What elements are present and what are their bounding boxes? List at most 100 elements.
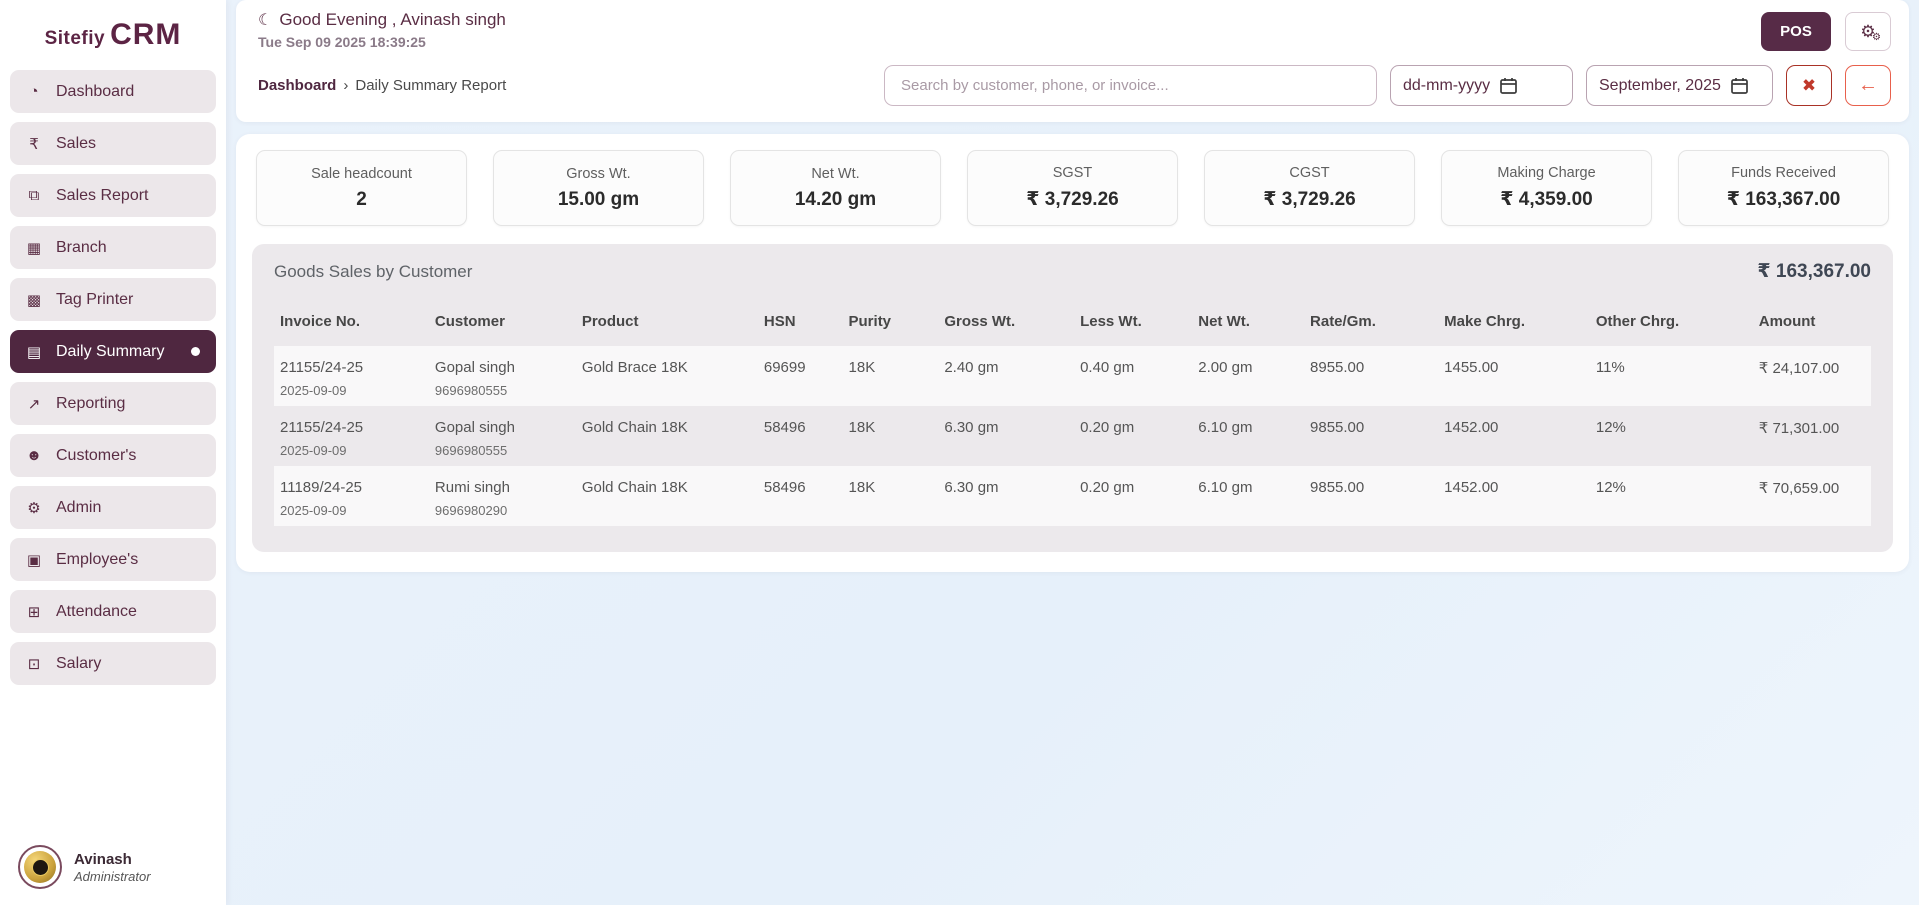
sidebar-item-label: Tag Printer [56,291,133,309]
customer-name: Gopal singh [435,359,515,376]
make-chrg: 1452.00 [1438,406,1590,466]
sidebar-item-label: Sales [56,135,96,153]
invoice-date: 2025-09-09 [280,503,423,518]
gear-icon: ⚙ [25,499,43,517]
summary-cards: Sale headcount 2 Gross Wt. 15.00 gm Net … [252,150,1893,226]
col-invoice-no: Invoice No. [274,303,429,346]
product: Gold Chain 18K [576,466,758,526]
sidebar-item-reporting[interactable]: ↗ Reporting [10,382,216,425]
invoice-no: 21155/24-25 [280,419,363,436]
settings-button[interactable]: ⚙ ⚙ [1845,12,1891,51]
purity: 18K [843,466,939,526]
net-wt: 2.00 gm [1192,346,1304,406]
invoice-date: 2025-09-09 [280,443,423,458]
month-picker[interactable]: September, 2025 [1586,65,1773,106]
gross-wt: 6.30 gm [938,406,1074,466]
brand-prefix: Sitefiy [45,28,106,49]
invoice-no: 11189/24-25 [280,479,362,496]
customer-phone: 9696980290 [435,503,570,518]
chart-line-icon: ↗ [25,395,43,413]
table-title: Goods Sales by Customer [274,262,472,282]
pos-button[interactable]: POS [1761,12,1831,51]
hsn: 69699 [758,346,843,406]
card-label: Net Wt. [811,166,859,182]
breadcrumb: Dashboard › Daily Summary Report [258,77,506,94]
rate-gm: 9855.00 [1304,406,1438,466]
sidebar: SitefiyCRM ◔ Dashboard ₹ Sales ⧉ Sales R… [0,0,226,905]
sidebar-item-label: Salary [56,655,101,673]
app-logo: SitefiyCRM [0,0,226,66]
search-input[interactable] [884,65,1377,106]
goods-sales-card: Goods Sales by Customer ₹ 163,367.00 Inv… [252,244,1893,552]
card-value: ₹ 3,729.26 [1026,188,1118,211]
sidebar-item-label: Reporting [56,395,125,413]
clear-filters-button[interactable]: ✖ [1786,65,1832,106]
card-label: Making Charge [1497,165,1595,181]
card-value: 15.00 gm [558,189,639,211]
sidebar-item-employees[interactable]: ▣ Employee's [10,538,216,581]
net-wt: 6.10 gm [1192,466,1304,526]
sidebar-item-attendance[interactable]: ⊞ Attendance [10,590,216,633]
other-chrg: 12% [1590,406,1753,466]
card-label: Funds Received [1731,165,1836,181]
brand-name: CRM [110,18,181,51]
user-role: Administrator [74,869,151,884]
table-row: 21155/24-25 2025-09-09 Gopal singh 9696980… [274,346,1871,406]
sidebar-item-dashboard[interactable]: ◔ Dashboard [10,70,216,113]
col-make-chrg: Make Chrg. [1438,303,1590,346]
net-wt: 6.10 gm [1192,406,1304,466]
sidebar-item-sales-report[interactable]: ⧉ Sales Report [10,174,216,217]
breadcrumb-separator: › [343,77,348,94]
gear-small-icon: ⚙ [1872,32,1881,43]
sidebar-item-branch[interactable]: ▦ Branch [10,226,216,269]
back-button[interactable]: ← [1845,65,1891,106]
rupee-icon: ₹ [25,135,43,153]
sidebar-item-admin[interactable]: ⚙ Admin [10,486,216,529]
sidebar-item-tag-printer[interactable]: ▩ Tag Printer [10,278,216,321]
date-picker[interactable]: dd-mm-yyyy [1390,65,1573,106]
hsn: 58496 [758,466,843,526]
card-net-wt: Net Wt. 14.20 gm [730,150,941,226]
invoice-no: 21155/24-25 [280,359,363,376]
card-value: ₹ 3,729.26 [1263,188,1355,211]
card-value: 14.20 gm [795,189,876,211]
copy-pages-icon: ⧉ [25,187,43,204]
main-content: ☾ Good Evening , Avinash singh Tue Sep 0… [226,0,1919,905]
active-indicator-dot [191,347,200,356]
invoice-date: 2025-09-09 [280,383,423,398]
sidebar-item-daily-summary[interactable]: ▤ Daily Summary [10,330,216,373]
user-profile[interactable]: Avinash Administrator [18,845,151,889]
month-value: September, 2025 [1599,77,1721,95]
sidebar-item-label: Attendance [56,603,137,621]
sidebar-item-customers[interactable]: ☻ Customer's [10,434,216,477]
table-total: ₹ 163,367.00 [1757,260,1871,283]
card-gross-wt: Gross Wt. 15.00 gm [493,150,704,226]
less-wt: 0.40 gm [1074,346,1192,406]
sidebar-item-label: Customer's [56,447,136,465]
product: Gold Chain 18K [576,406,758,466]
less-wt: 0.20 gm [1074,466,1192,526]
banknote-icon: ⊡ [25,655,43,673]
amount: ₹ 70,659.00 [1753,466,1871,526]
table-row: 11189/24-252025-09-09 Rumi singh96969802… [274,466,1871,526]
sidebar-item-label: Employee's [56,551,138,569]
sidebar-item-sales[interactable]: ₹ Sales [10,122,216,165]
make-chrg: 1455.00 [1438,346,1590,406]
col-rate-gm: Rate/Gm. [1304,303,1438,346]
date-value: dd-mm-yyyy [1403,77,1490,95]
users-icon: ☻ [25,447,43,464]
dashboard-icon: ◔ [25,83,43,100]
customer-name: Gopal singh [435,419,515,436]
breadcrumb-root[interactable]: Dashboard [258,77,336,94]
building-icon: ▦ [25,239,43,257]
briefcase-icon: ▣ [25,551,43,569]
table-header-row: Invoice No. Customer Product HSN Purity … [274,303,1871,346]
card-label: CGST [1289,165,1329,181]
close-icon: ✖ [1802,76,1816,96]
other-chrg: 11% [1590,346,1753,406]
calendar-icon [1500,77,1517,94]
card-value: 2 [356,189,367,211]
calendar-icon [1731,77,1748,94]
customer-phone: 9696980555 [435,383,570,398]
sidebar-item-salary[interactable]: ⊡ Salary [10,642,216,685]
